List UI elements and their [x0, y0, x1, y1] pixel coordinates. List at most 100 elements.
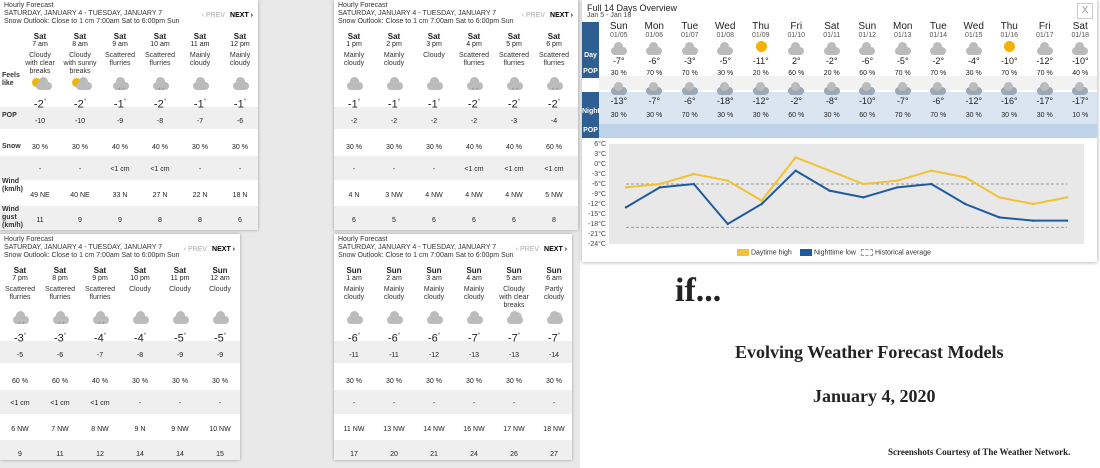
hour-column: Sat 10 pm Cloudy -4° -8 30 % - 9 N 14	[120, 264, 160, 460]
day-label: Sat	[427, 32, 441, 41]
prev-button[interactable]: ‹ PREV	[516, 246, 539, 253]
wind-value: 5 NW	[545, 192, 563, 199]
next-button[interactable]: NEXT ›	[212, 246, 235, 253]
wind-gust-value: 11	[36, 217, 44, 224]
overview-day-column[interactable]: Sun 01/12 -6° 60 % -10° 60 %	[850, 22, 886, 138]
overview-day-column[interactable]: Fri 01/17 -12° 70 % -17° 30 %	[1027, 22, 1063, 138]
cloud-icon	[822, 41, 842, 55]
nighttime-low-point	[964, 202, 967, 206]
overview-day-pop: 20 %	[752, 70, 769, 77]
close-button[interactable]: X	[1077, 3, 1093, 19]
overview-high: -2°	[932, 56, 945, 66]
daytime-high-point	[930, 169, 933, 172]
pop-value: 30 %	[346, 144, 362, 151]
slide-title: Evolving Weather Forecast Models	[735, 342, 1004, 362]
wind-gust-value: 17	[350, 451, 358, 458]
snow-outlook: Snow Outlook: Close to 1 cm 7:00am Sat t…	[4, 18, 180, 25]
overview-date: 01/11	[823, 32, 841, 39]
hour-column: Sat 2 pm Mainly cloudy -1° -2 30 % - 3 NW 5	[374, 30, 414, 230]
y-tick-label: -18°C	[588, 220, 606, 228]
time-label: 3 am	[426, 275, 442, 282]
snow-value: -	[432, 400, 436, 407]
snow-value: -	[218, 400, 222, 407]
temperature: -3°	[13, 332, 27, 345]
wind-gust-value: 15	[216, 451, 224, 458]
wind-value: 13 NW	[383, 426, 405, 433]
condition-text: Mainly cloudy	[343, 52, 365, 67]
overview-day-column[interactable]: Wed 01/08 -5° 30 % -18° 30 %	[708, 22, 744, 138]
day-label: Sun	[212, 266, 228, 275]
moon-cloud-icon	[609, 82, 629, 95]
panel-nav: ‹ PREV NEXT ›	[184, 246, 235, 253]
overview-high: 2°	[791, 56, 801, 66]
snow-value: <1 cm	[504, 166, 524, 173]
overview-day-column[interactable]: Thu 01/09 -11° 20 % -12° 30 %	[743, 22, 779, 138]
daytime-high-point	[862, 182, 865, 186]
temperature: -2°	[153, 98, 167, 111]
overview-day-column[interactable]: Sat 01/11 -2° 20 % -8° 30 %	[814, 22, 850, 138]
legend-daytime-high: Daytime high	[737, 249, 792, 256]
wind-value: 40 NE	[70, 192, 90, 199]
pop-value: 40 %	[506, 144, 522, 151]
time-label: 7 am	[32, 41, 48, 48]
wind-gust-value: 24	[470, 451, 478, 458]
cloud-icon	[893, 41, 913, 55]
y-tick-label: -24°C	[588, 240, 606, 248]
wind-value: 16 NW	[463, 426, 485, 433]
temperature: -1°	[347, 98, 361, 111]
next-button[interactable]: NEXT ›	[550, 12, 573, 19]
snow-value: <1 cm	[90, 400, 110, 407]
flurries-icon: * *	[151, 77, 171, 94]
prev-button[interactable]: ‹ PREV	[184, 246, 207, 253]
nighttime-low-point	[1031, 219, 1035, 222]
cloud-icon	[425, 311, 445, 324]
overview-day-column[interactable]: Tue 01/14 -2° 70 % -6° 70 %	[921, 22, 957, 138]
overview-low: -7°	[648, 96, 661, 106]
prev-button[interactable]: ‹ PREV	[522, 12, 545, 19]
overview-day-name: Sun	[858, 21, 877, 32]
overview-day-column[interactable]: Wed 01/15 -4° 30 % -12° 30 %	[956, 22, 992, 138]
prev-button[interactable]: ‹ PREV	[202, 12, 225, 19]
overview-day-column[interactable]: Mon 01/13 -5° 70 % -7° 70 %	[885, 22, 921, 138]
overview-day-column[interactable]: Tue 01/07 -3° 70 % -6° 70 %	[672, 22, 708, 138]
next-button[interactable]: NEXT ›	[544, 246, 567, 253]
time-label: 1 pm	[346, 41, 362, 48]
moon-cloud-icon	[964, 82, 984, 95]
overview-day-column[interactable]: Sat 01/18 -10° 40 % -17° 10 %	[1063, 22, 1099, 138]
row-label: Feels like	[2, 72, 20, 87]
day-label: Sat	[93, 266, 107, 275]
day-label: Sun	[466, 266, 482, 275]
temperature: -6°	[427, 332, 441, 345]
flurries-icon: * *	[51, 311, 71, 328]
snow-value: <1 cm	[150, 166, 170, 173]
cloud-icon	[644, 41, 664, 55]
moon-cloud-icon	[751, 82, 771, 95]
cloud-icon	[680, 41, 700, 55]
next-button[interactable]: NEXT ›	[230, 12, 253, 19]
cloud-moon-icon	[505, 311, 525, 324]
overview-day-column[interactable]: Thu 01/16 -10° 70 % -16° 30 %	[992, 22, 1028, 138]
pop-value: 30 %	[72, 144, 88, 151]
overview-day-column[interactable]: Sun 01/05 -7° 30 % -13° 30 %	[601, 22, 637, 138]
y-tick-label: -9°C	[592, 190, 606, 198]
slide-if-text: if...	[675, 272, 722, 309]
wind-gust-value: 6	[512, 217, 516, 224]
overview-high: -4°	[967, 56, 980, 66]
y-tick-label: 0°C	[594, 160, 606, 168]
overview-night-pop: 30 %	[965, 112, 982, 119]
y-tick-label: -15°C	[588, 210, 606, 218]
wind-value: 18 N	[232, 192, 248, 199]
hour-column: Sat 7 am Cloudy with clear breaks -2° -10 30 …	[20, 30, 60, 230]
condition-text: Scattered flurries	[105, 52, 135, 67]
time-label: 1 am	[346, 275, 362, 282]
overview-day-column[interactable]: Mon 01/06 -6° 70 % -7° 30 %	[637, 22, 673, 138]
overview-day-column[interactable]: Fri 01/10 2° 60 % -2° 60 %	[779, 22, 815, 138]
wind-value: 9 NW	[171, 426, 189, 433]
legend-high-label: Daytime high	[750, 249, 792, 257]
overview-low: -12°	[752, 96, 770, 106]
pop-value: 60 %	[12, 378, 28, 385]
cloud-icon	[191, 77, 211, 90]
wind-gust-value: 8	[198, 217, 202, 224]
overview-low: -8°	[825, 96, 838, 106]
temperature: -2°	[73, 98, 87, 111]
